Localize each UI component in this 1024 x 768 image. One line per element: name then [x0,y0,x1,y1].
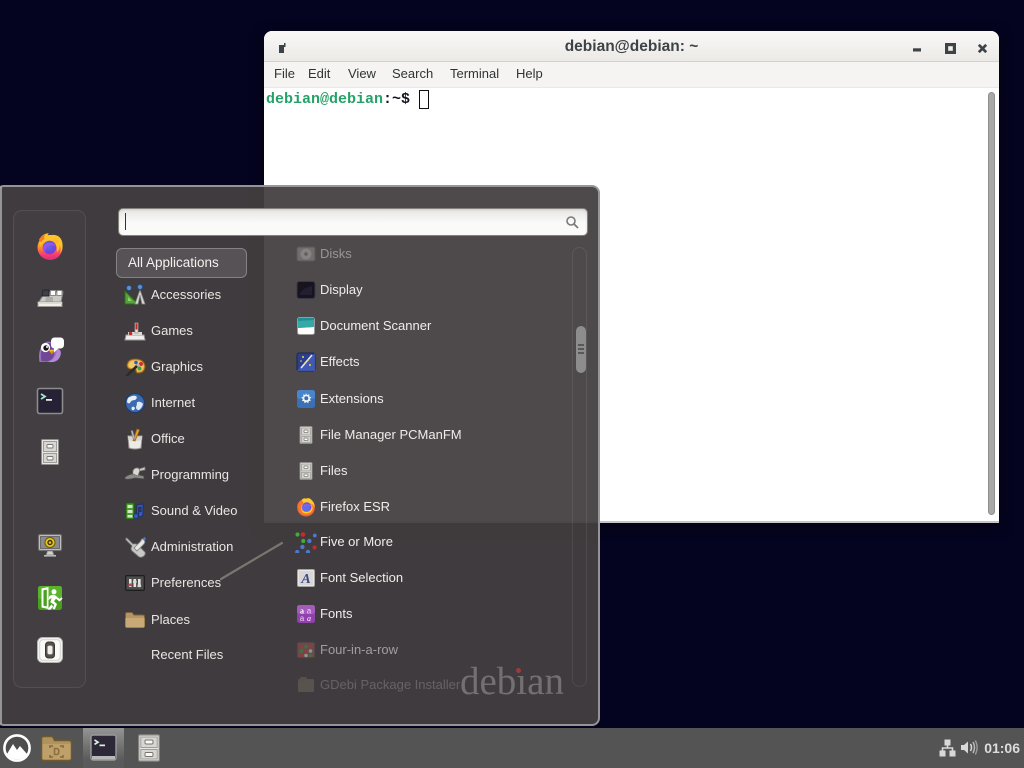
svg-text:a: a [300,614,305,623]
svg-text:A: A [300,572,310,587]
svg-text:a: a [307,614,311,623]
